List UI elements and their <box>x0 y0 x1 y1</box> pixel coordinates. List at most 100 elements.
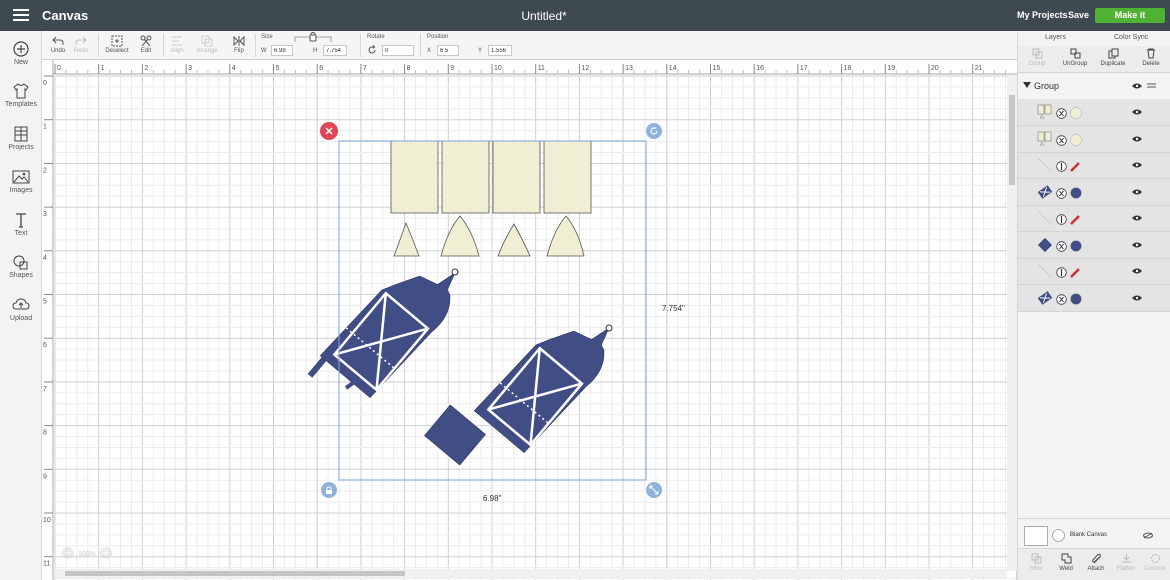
design-canvas[interactable]: 0 1 2 3 4 5 6 7 8 9 10 11 12 13 14 15 16 17 18 19 20 21 01234… <box>42 60 1017 580</box>
color-swatch[interactable] <box>1070 292 1082 305</box>
align-button[interactable]: Align <box>166 33 188 54</box>
delete-handle[interactable] <box>320 122 338 140</box>
ruler-tick-label: 10 <box>494 65 502 72</box>
scrollbar-thumb[interactable] <box>1009 95 1015 185</box>
duplicate-button[interactable]: Duplicate <box>1098 48 1128 67</box>
group-button[interactable]: Group <box>1026 48 1048 67</box>
sidebar-item-images[interactable]: Images <box>0 169 42 194</box>
toolbar-divider <box>420 34 421 57</box>
cream-panel[interactable] <box>543 140 592 214</box>
delete-button[interactable]: Delete <box>1140 48 1162 67</box>
sidebar-item-text[interactable]: Text <box>0 212 42 237</box>
cream-triangle[interactable] <box>440 215 480 257</box>
contour-button[interactable]: Contour <box>1140 553 1170 572</box>
lock-handle[interactable] <box>321 482 337 498</box>
eye-icon[interactable] <box>1132 295 1142 301</box>
layer-thumbnail <box>1038 158 1052 172</box>
canvas-swatch[interactable] <box>1024 526 1048 546</box>
make-it-button[interactable]: Make it <box>1095 8 1165 23</box>
ungroup-button[interactable]: UnGroup <box>1061 48 1089 67</box>
ruler-tick-label: 7 <box>363 65 367 72</box>
save-button[interactable]: Save <box>1068 10 1089 20</box>
color-swatch[interactable] <box>1070 133 1082 146</box>
sidebar-item-templates[interactable]: Templates <box>0 83 42 108</box>
position-y-field[interactable] <box>488 45 512 56</box>
rotate-field[interactable] <box>382 45 414 56</box>
sidebar-item-projects[interactable]: Projects <box>0 126 42 151</box>
rotate-handle[interactable] <box>646 123 662 139</box>
tab-layers[interactable]: Layers <box>1045 34 1066 41</box>
drag-handle-icon[interactable] <box>1147 83 1156 88</box>
scrollbar-thumb[interactable] <box>65 571 405 576</box>
eye-icon[interactable] <box>1132 162 1142 168</box>
navy-lantern-piece[interactable] <box>306 241 471 419</box>
height-field[interactable] <box>323 45 347 56</box>
sidebar-item-label: Text <box>14 230 28 237</box>
blank-canvas-row[interactable]: Blank Canvas <box>1018 518 1170 548</box>
zoom-control[interactable]: 100% <box>62 547 112 559</box>
eye-icon[interactable] <box>1132 242 1142 248</box>
sidebar-item-new[interactable]: New <box>0 41 42 66</box>
flip-button[interactable]: Flip <box>228 33 250 54</box>
cream-triangle[interactable] <box>546 215 585 257</box>
canvas-color-circle[interactable] <box>1052 529 1065 542</box>
horizontal-scrollbar[interactable] <box>55 569 1007 578</box>
ruler-tick-label: 6 <box>43 342 47 349</box>
eye-icon[interactable] <box>1132 109 1142 115</box>
layer-thumbnail <box>1037 104 1052 119</box>
cream-triangles[interactable] <box>393 215 585 257</box>
layer-row[interactable] <box>1018 179 1170 206</box>
color-swatch[interactable] <box>1070 268 1080 278</box>
cream-panel[interactable] <box>492 140 541 214</box>
width-field[interactable] <box>271 45 293 56</box>
eye-icon[interactable] <box>1132 83 1142 89</box>
navy-diamond-piece[interactable] <box>424 404 486 466</box>
resize-handle[interactable] <box>646 482 662 498</box>
eye-icon[interactable] <box>1132 189 1142 195</box>
lock-aspect-icon[interactable] <box>294 32 332 43</box>
chevron-down-icon[interactable] <box>1023 82 1031 88</box>
eye-icon[interactable] <box>1132 215 1142 221</box>
eye-icon[interactable] <box>1132 136 1142 142</box>
layer-row[interactable] <box>1018 232 1170 259</box>
vertical-scrollbar[interactable] <box>1007 75 1017 571</box>
weld-button[interactable]: Weld <box>1051 553 1081 572</box>
toolbar-divider <box>255 34 256 57</box>
color-swatch[interactable] <box>1070 215 1080 225</box>
color-swatch[interactable] <box>1070 186 1082 199</box>
cream-panel[interactable] <box>390 140 439 214</box>
layer-row[interactable] <box>1018 126 1170 153</box>
layer-row[interactable] <box>1018 285 1170 312</box>
arrange-button[interactable]: Arrange <box>192 33 222 54</box>
position-label: Position <box>427 34 449 40</box>
group-name: Group <box>1034 81 1060 91</box>
layer-row[interactable] <box>1018 258 1170 285</box>
color-swatch[interactable] <box>1070 107 1082 119</box>
attach-button[interactable]: Attach <box>1081 553 1111 572</box>
sidebar-item-shapes[interactable]: Shapes <box>0 254 42 279</box>
slice-button[interactable]: Slice <box>1021 553 1051 572</box>
cream-panels[interactable] <box>390 140 592 214</box>
layer-row[interactable] <box>1018 152 1170 179</box>
ruler-tick-label: 17 <box>800 65 808 72</box>
position-x-field[interactable] <box>437 45 459 56</box>
tab-color-sync[interactable]: Color Sync <box>1114 34 1148 41</box>
color-swatch[interactable] <box>1070 162 1080 172</box>
flatten-button[interactable]: Flatten <box>1111 553 1141 572</box>
layer-group-row[interactable]: Group <box>1018 76 1170 97</box>
eye-hidden-icon[interactable] <box>1143 532 1153 539</box>
layer-row[interactable] <box>1018 205 1170 232</box>
layer-row[interactable] <box>1018 99 1170 126</box>
color-swatch[interactable] <box>1070 239 1082 252</box>
redo-button[interactable]: Redo <box>72 33 90 54</box>
undo-button[interactable]: Undo <box>49 33 67 54</box>
deselect-button[interactable]: Deselect <box>104 33 130 54</box>
navy-lantern-piece[interactable] <box>473 296 625 457</box>
rotate-label: Rotate <box>367 34 385 40</box>
cream-panel[interactable] <box>441 140 490 214</box>
sidebar-item-upload[interactable]: Upload <box>0 297 42 322</box>
eye-icon[interactable] <box>1132 268 1142 274</box>
my-projects-link[interactable]: My Projects <box>1017 10 1068 20</box>
edit-button[interactable]: Edit <box>135 33 157 54</box>
ruler-tick-label: 11 <box>538 65 545 72</box>
